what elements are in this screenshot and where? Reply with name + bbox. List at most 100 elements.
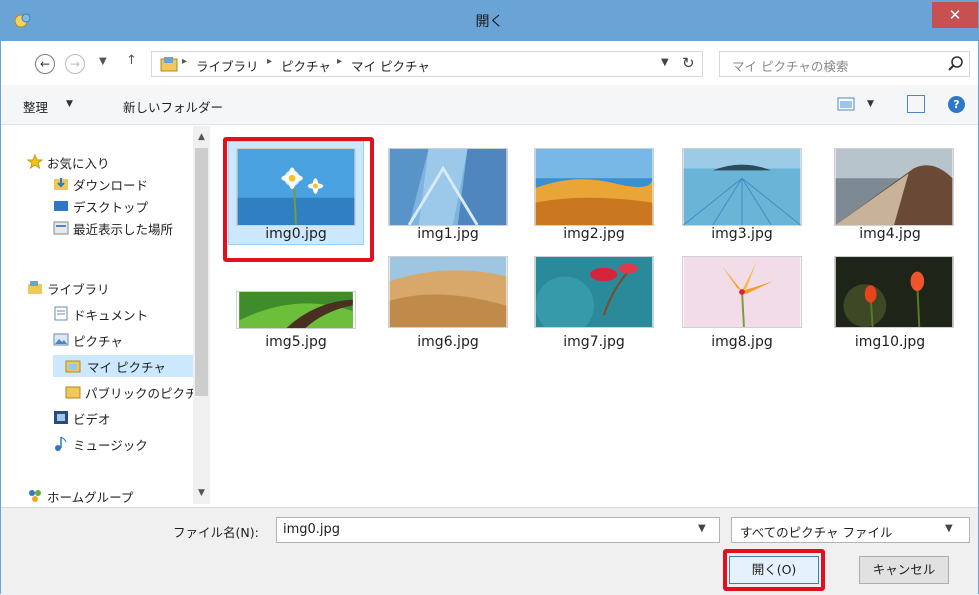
sidebar-item-my-pictures[interactable]: マイ ピクチャ: [53, 355, 193, 377]
sidebar-item-documents[interactable]: ドキュメント: [53, 303, 187, 325]
sidebar-scrollbar[interactable]: ▲ ▼: [193, 126, 210, 504]
search-box[interactable]: マイ ピクチャの検索: [719, 51, 970, 77]
sidebar-item-pictures[interactable]: ピクチャ: [53, 329, 187, 351]
forward-button[interactable]: →: [65, 54, 85, 74]
file-item[interactable]: img10.jpg: [820, 256, 960, 368]
download-folder-icon: [54, 178, 68, 190]
organize-menu[interactable]: 整理: [23, 97, 48, 116]
title-bar[interactable]: 開く ✕: [1, 1, 978, 41]
homegroup-icon: [29, 490, 41, 502]
filename-label: ファイル名(N):: [173, 525, 259, 540]
sidebar-item-libraries[interactable]: ライブラリ: [27, 277, 187, 299]
folder-icon: [65, 360, 81, 373]
sidebar-item-music[interactable]: ミュージック: [53, 433, 187, 455]
scroll-thumb[interactable]: [195, 148, 208, 396]
window-title: 開く: [475, 14, 504, 30]
file-name: img3.jpg: [711, 226, 773, 242]
sidebar-item-label: ビデオ: [73, 412, 111, 427]
file-name: img2.jpg: [563, 226, 625, 242]
thumbnail-image: [388, 148, 508, 226]
recent-locations-dropdown[interactable]: ▼: [99, 56, 107, 67]
file-name: img4.jpg: [859, 226, 921, 242]
sidebar-item-label: ピクチャ: [73, 334, 123, 349]
thumbnail-image: [534, 256, 654, 328]
pictures-icon: [53, 333, 69, 346]
back-arrow-icon: ←: [39, 57, 51, 71]
sidebar-item-desktop[interactable]: デスクトップ: [53, 195, 187, 217]
file-item[interactable]: img5.jpg: [226, 256, 366, 368]
preview-pane-icon[interactable]: [907, 95, 925, 113]
forward-arrow-icon: →: [69, 57, 81, 71]
open-button[interactable]: 開く(O): [729, 556, 819, 584]
breadcrumb-library[interactable]: ライブラリ: [196, 56, 259, 75]
file-item[interactable]: img4.jpg: [820, 141, 960, 253]
sidebar-item-label: ミュージック: [73, 438, 148, 453]
thumbnail-image: [682, 148, 802, 226]
thumbnail-image: [236, 148, 356, 226]
sidebar-item-label: パブリックのピクチ: [85, 386, 193, 401]
breadcrumb-separator-icon: ▸: [267, 56, 273, 67]
breadcrumb-my-pictures[interactable]: マイ ピクチャ: [351, 56, 430, 75]
breadcrumb-separator-icon: ▸: [337, 56, 343, 67]
file-name: img5.jpg: [265, 334, 327, 350]
sidebar-item-videos[interactable]: ビデオ: [53, 407, 187, 429]
file-item[interactable]: img6.jpg: [378, 256, 518, 368]
thumbnail-image: [682, 256, 802, 328]
file-item[interactable]: img1.jpg: [378, 141, 518, 253]
filetype-select[interactable]: すべてのピクチャ ファイル: [731, 517, 970, 543]
scroll-down-icon[interactable]: ▼: [193, 484, 210, 502]
sidebar-item-label: ライブラリ: [47, 282, 110, 297]
sidebar-item-label: デスクトップ: [73, 200, 149, 215]
sidebar-item-label: マイ ピクチャ: [87, 360, 166, 375]
sidebar-item-recent-places[interactable]: 最近表示した場所: [53, 217, 193, 239]
file-name: img7.jpg: [563, 334, 625, 350]
view-options-caret-icon[interactable]: ▼: [867, 99, 874, 109]
up-button[interactable]: ↑: [126, 53, 137, 68]
recent-places-icon: [53, 221, 69, 235]
filetype-dropdown-icon[interactable]: ▼: [945, 523, 953, 534]
refresh-icon[interactable]: ↻: [682, 54, 695, 72]
thumbnail-image: [236, 291, 356, 329]
filename-dropdown-icon[interactable]: ▼: [698, 523, 706, 534]
sidebar-item-public-pictures[interactable]: パブリックのピクチ: [65, 381, 193, 403]
search-icon[interactable]: [947, 55, 965, 73]
file-name: img6.jpg: [417, 334, 479, 350]
file-item[interactable]: img0.jpg: [226, 141, 366, 253]
filename-input[interactable]: img0.jpg: [276, 517, 720, 543]
cancel-button[interactable]: キャンセル: [859, 556, 949, 584]
help-icon[interactable]: ?: [948, 96, 965, 113]
scroll-up-icon[interactable]: ▲: [193, 128, 210, 146]
close-icon: ✕: [948, 6, 962, 24]
close-button[interactable]: ✕: [932, 2, 978, 28]
file-item[interactable]: img2.jpg: [524, 141, 664, 253]
sidebar-item-homegroup[interactable]: ホームグループ: [27, 485, 187, 507]
file-item[interactable]: img8.jpg: [672, 256, 812, 368]
file-name: img1.jpg: [417, 226, 479, 242]
thumbnail-image: [834, 256, 954, 328]
music-icon: [55, 436, 67, 451]
desktop-icon: [54, 201, 68, 211]
breadcrumb-pictures[interactable]: ピクチャ: [281, 56, 331, 75]
new-folder-button[interactable]: 新しいフォルダー: [123, 97, 223, 116]
file-item[interactable]: img7.jpg: [524, 256, 664, 368]
back-button[interactable]: ←: [35, 54, 55, 74]
view-options-icon[interactable]: [837, 96, 857, 112]
sidebar-item-downloads[interactable]: ダウンロード: [53, 173, 187, 195]
file-name: img10.jpg: [854, 334, 926, 350]
thumbnail-image: [834, 148, 954, 226]
search-placeholder: マイ ピクチャの検索: [732, 59, 849, 74]
thumbnail-image: [534, 148, 654, 226]
navigation-pane: お気に入り ダウンロード デスクトップ 最近表示した場所 ライブラリ ドキュメン…: [1, 126, 216, 506]
file-name: img8.jpg: [711, 334, 773, 350]
command-toolbar: 整理 ▼ 新しいフォルダー ▼ ?: [1, 85, 978, 125]
library-icon: [160, 57, 178, 72]
sidebar-item-favorites[interactable]: お気に入り: [27, 151, 187, 173]
address-history-dropdown[interactable]: ▼: [661, 57, 669, 68]
documents-icon: [54, 306, 68, 321]
file-item[interactable]: img3.jpg: [672, 141, 812, 253]
sidebar-item-label: ドキュメント: [73, 308, 149, 323]
breadcrumb-separator-icon: ▸: [182, 56, 188, 67]
sidebar-item-label: 最近表示した場所: [73, 222, 174, 237]
organize-caret-icon: ▼: [66, 99, 73, 109]
address-bar[interactable]: ▸ ライブラリ ▸ ピクチャ ▸ マイ ピクチャ ▼ ↻: [151, 51, 703, 77]
